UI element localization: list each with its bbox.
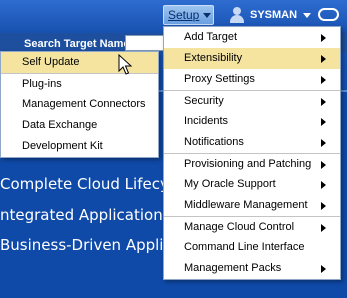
- menu-item-label: Data Exchange: [22, 119, 98, 131]
- menu-item-label: Self Update: [22, 56, 80, 68]
- menu-item-data-exchange[interactable]: Data Exchange: [1, 115, 158, 136]
- menu-item-my-oracle-support[interactable]: My Oracle Support: [164, 174, 340, 195]
- menu-item-label: Management Connectors: [22, 98, 146, 110]
- chevron-right-icon: [321, 34, 326, 42]
- user-name: SYSMAN: [250, 9, 298, 21]
- menu-item-label: Add Target: [184, 31, 238, 43]
- chevron-right-icon: [321, 202, 326, 210]
- menu-item-provisioning-and-patching[interactable]: Provisioning and Patching: [164, 153, 340, 174]
- user-menu-button[interactable]: SYSMAN: [228, 6, 312, 24]
- chevron-right-icon: [321, 76, 326, 84]
- menu-item-management-connectors[interactable]: Management Connectors: [1, 94, 158, 115]
- chevron-right-icon: [321, 118, 326, 126]
- menu-item-label: My Oracle Support: [184, 178, 276, 190]
- chevron-down-icon: [203, 12, 212, 18]
- menu-item-add-target[interactable]: Add Target: [164, 27, 340, 48]
- chevron-right-icon: [321, 98, 326, 106]
- menu-item-label: Plug-ins: [22, 78, 62, 90]
- chevron-right-icon: [321, 139, 326, 147]
- chevron-right-icon: [321, 224, 326, 232]
- setup-menu: Add Target Extensibility Proxy Settings …: [163, 26, 341, 280]
- extensibility-submenu: Self Update Plug-ins Management Connecto…: [0, 51, 159, 158]
- menu-item-label: Management Packs: [184, 262, 282, 274]
- mouse-pointer-icon: [118, 54, 132, 75]
- menu-item-command-line-interface[interactable]: Command Line Interface: [164, 237, 340, 258]
- banner-line-2: ntegrated Application-: [0, 206, 169, 224]
- search-target-input[interactable]: [125, 35, 165, 51]
- banner-line-1: Complete Cloud Lifecyc: [0, 175, 178, 193]
- menu-item-extensibility[interactable]: Extensibility: [164, 48, 340, 69]
- user-icon: [228, 7, 246, 23]
- menu-item-label: Notifications: [184, 136, 244, 148]
- menu-item-incidents[interactable]: Incidents: [164, 111, 340, 132]
- menu-item-label: Incidents: [184, 115, 229, 127]
- menu-item-label: Manage Cloud Control: [184, 221, 295, 233]
- chevron-right-icon: [321, 265, 326, 273]
- menu-item-middleware-management[interactable]: Middleware Management: [164, 195, 340, 216]
- menu-item-label: Development Kit: [22, 140, 103, 152]
- menu-item-proxy-settings[interactable]: Proxy Settings: [164, 69, 340, 90]
- chevron-down-icon: [303, 12, 312, 18]
- chevron-right-icon: [321, 55, 326, 63]
- menu-item-development-kit[interactable]: Development Kit: [1, 136, 158, 157]
- search-target-label: Search Target Name: [24, 38, 130, 50]
- menu-item-label: Security: [184, 95, 224, 107]
- menu-item-security[interactable]: Security: [164, 90, 340, 111]
- chevron-right-icon: [321, 161, 326, 169]
- banner-line-3: Business-Driven Applic: [0, 236, 172, 254]
- menu-item-label: Extensibility: [184, 52, 243, 64]
- menu-item-label: Command Line Interface: [184, 241, 305, 253]
- oracle-logo-icon[interactable]: [318, 8, 339, 21]
- chevron-right-icon: [321, 181, 326, 189]
- menu-item-management-packs[interactable]: Management Packs: [164, 258, 340, 279]
- menu-item-notifications[interactable]: Notifications: [164, 132, 340, 153]
- menu-item-label: Provisioning and Patching: [184, 158, 312, 170]
- setup-label: Setup: [168, 8, 200, 22]
- setup-menu-button[interactable]: Setup: [163, 5, 214, 25]
- menu-item-label: Proxy Settings: [184, 73, 255, 85]
- menu-item-plug-ins[interactable]: Plug-ins: [1, 73, 158, 94]
- menu-item-label: Middleware Management: [184, 199, 308, 211]
- menu-item-manage-cloud-control[interactable]: Manage Cloud Control: [164, 216, 340, 237]
- menu-item-self-update[interactable]: Self Update: [1, 52, 158, 73]
